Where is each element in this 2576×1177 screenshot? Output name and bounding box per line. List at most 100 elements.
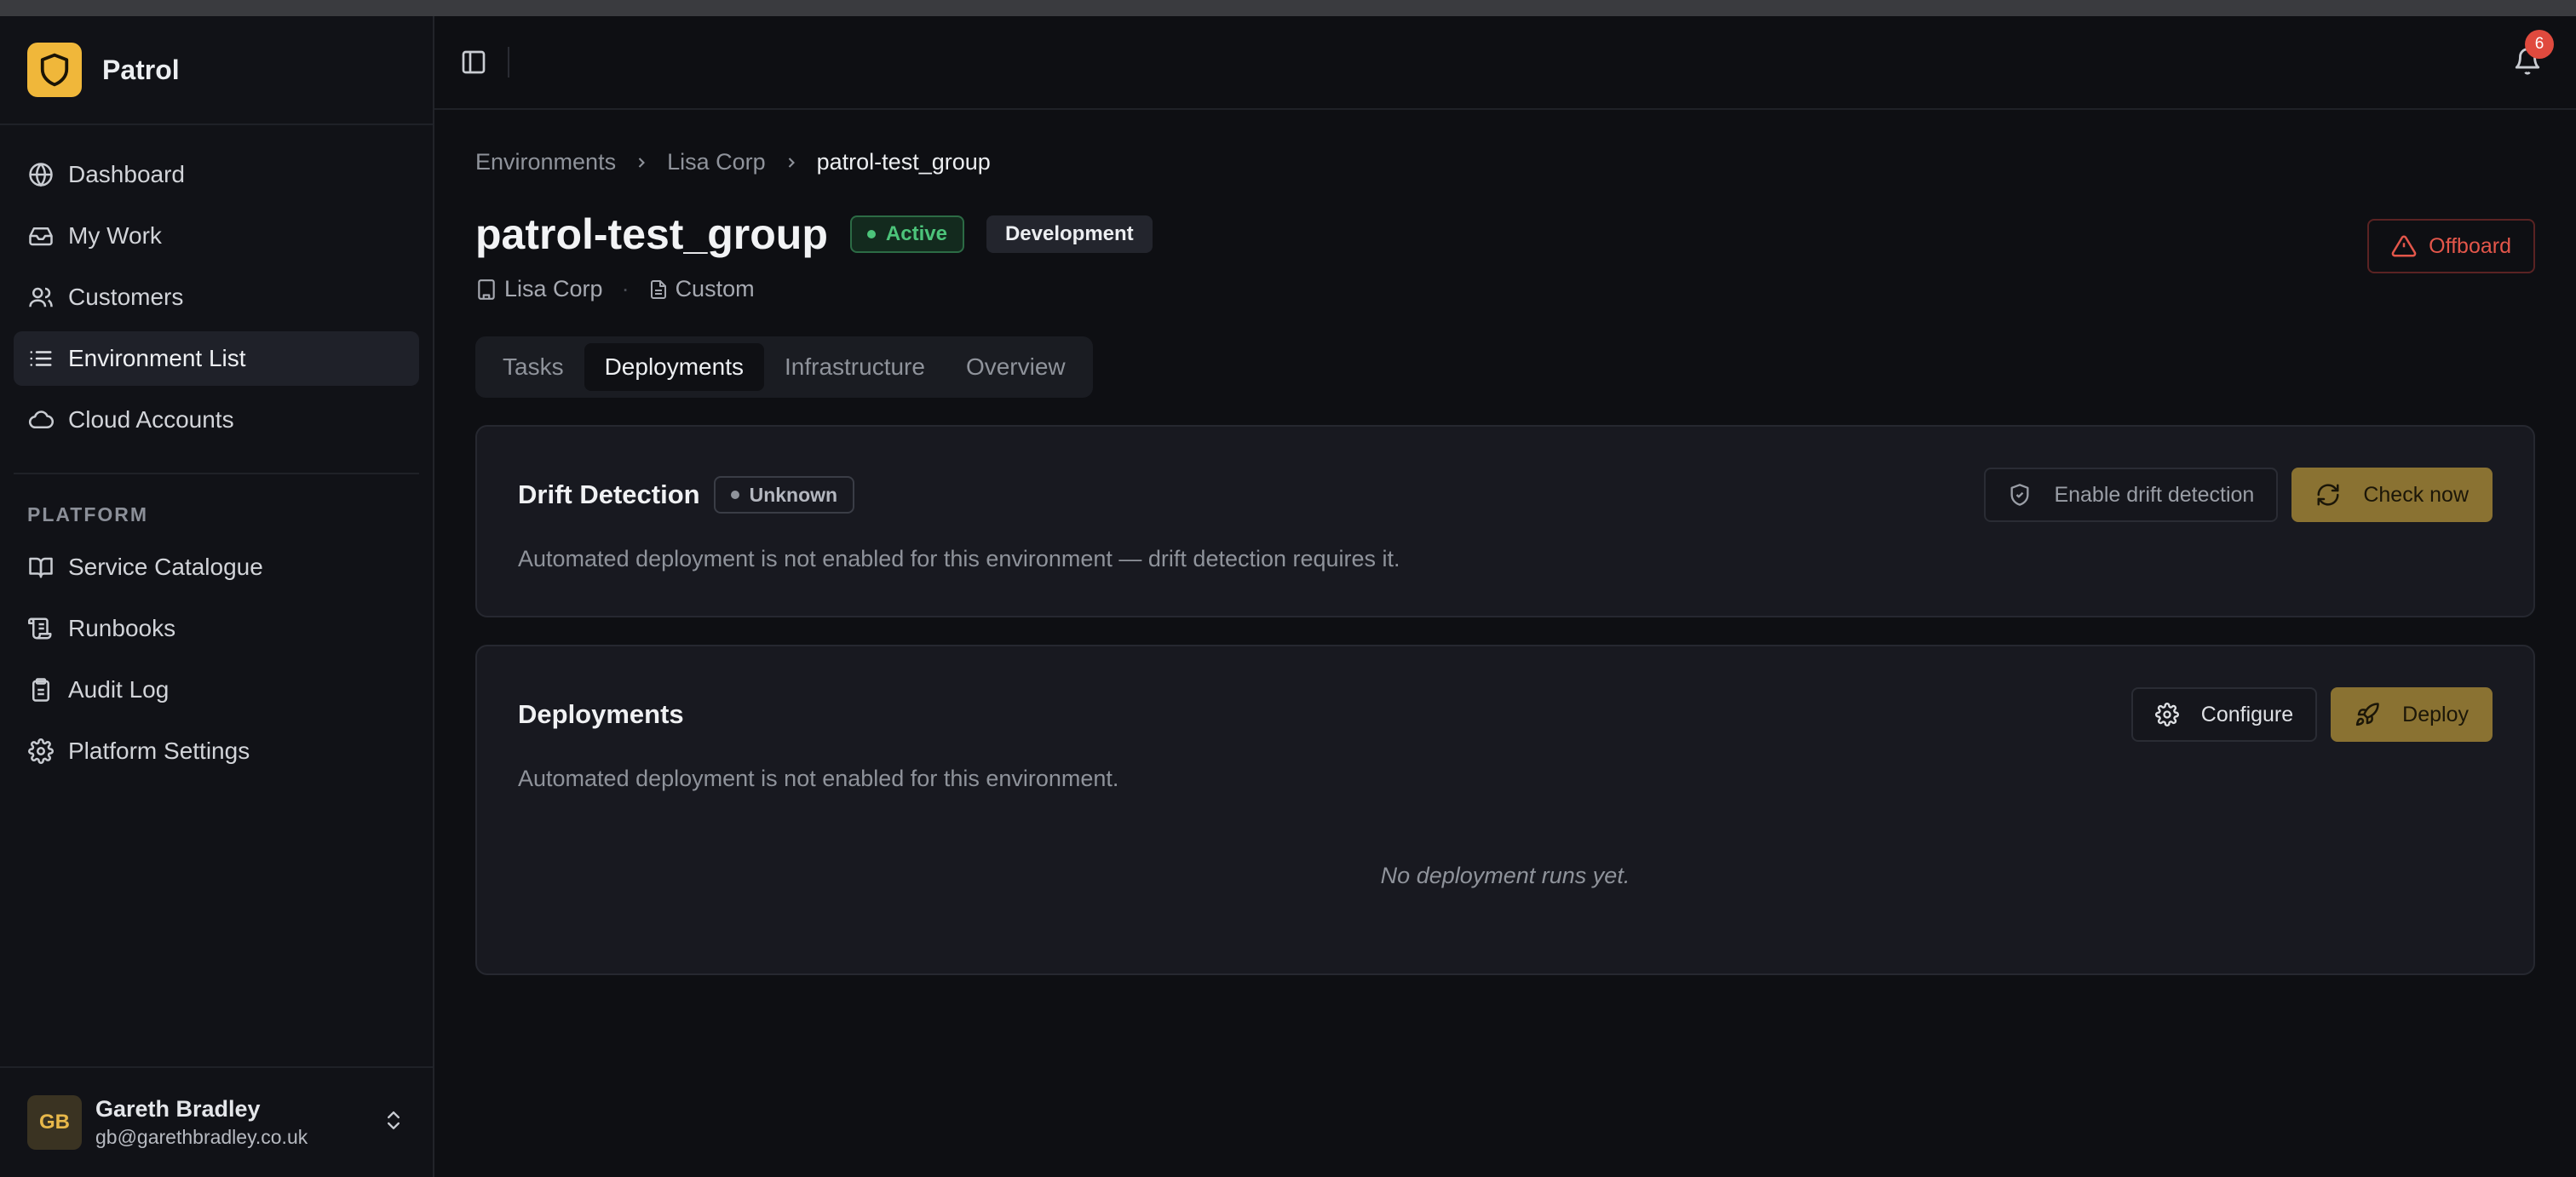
page-content: Environments Lisa Corp patrol-test_group…: [434, 149, 2576, 975]
breadcrumb: Environments Lisa Corp patrol-test_group: [475, 149, 2535, 175]
window-top-strip: [0, 0, 2576, 16]
sidebar-toggle-icon[interactable]: [460, 49, 487, 76]
sidebar: Patrol Dashboard My Work Customers Envir…: [0, 16, 434, 1177]
app-shell: Patrol Dashboard My Work Customers Envir…: [0, 16, 2576, 1177]
drift-title: Drift Detection: [518, 479, 700, 509]
refresh-icon: [2315, 482, 2341, 508]
sidebar-item-label: Environment List: [68, 345, 246, 371]
tab-tasks[interactable]: Tasks: [482, 343, 584, 391]
user-email: gb@garethbradley.co.uk: [95, 1126, 308, 1148]
drift-status-dot: [730, 491, 739, 499]
sidebar-item-customers[interactable]: Customers: [14, 270, 419, 324]
nav-divider: [14, 473, 419, 474]
notifications-button[interactable]: 6: [2513, 30, 2554, 80]
sidebar-item-platform-settings[interactable]: Platform Settings: [14, 724, 419, 778]
chevrons-up-down-icon[interactable]: [382, 1109, 405, 1137]
sidebar-item-my-work[interactable]: My Work: [14, 209, 419, 263]
platform-nav: Service Catalogue Runbooks Audit Log Pla…: [0, 540, 433, 778]
warning-icon: [2391, 233, 2417, 259]
meta-row: Lisa Corp · Custom: [475, 276, 2535, 302]
tab-bar: Tasks Deployments Infrastructure Overvie…: [475, 336, 1093, 398]
rocket-icon: [2355, 702, 2380, 727]
enable-drift-detection-label: Enable drift detection: [2054, 482, 2255, 507]
globe-icon: [27, 161, 55, 188]
enable-drift-detection-button[interactable]: Enable drift detection: [1984, 468, 2279, 522]
offboard-button[interactable]: Offboard: [2367, 219, 2535, 273]
deployments-title: Deployments: [518, 699, 684, 729]
sidebar-item-service-catalogue[interactable]: Service Catalogue: [14, 540, 419, 594]
deployments-title-row: Deployments: [518, 646, 684, 783]
deployments-card: Deployments Automated deployment is not …: [475, 645, 2535, 975]
shield-check-icon: [2008, 483, 2032, 507]
offboard-label: Offboard: [2429, 233, 2511, 258]
user-name: Gareth Bradley: [95, 1096, 261, 1122]
tab-overview[interactable]: Overview: [946, 343, 1086, 391]
configure-button[interactable]: Configure: [2130, 687, 2318, 742]
sidebar-item-environment-list[interactable]: Environment List: [14, 331, 419, 386]
gear-icon: [27, 738, 55, 765]
drift-status-label: Unknown: [749, 483, 838, 506]
inbox-icon: [27, 222, 55, 250]
drift-actions: Enable drift detection Check now: [1984, 468, 2493, 522]
drift-detection-card: Drift Detection Unknown Automated deploy…: [475, 425, 2535, 617]
empty-state: No deployment runs yet.: [1380, 863, 1630, 888]
environment-badge: Development: [986, 215, 1153, 253]
users-icon: [27, 284, 55, 311]
main-content: 6 Environments Lisa Corp patrol-test_gro…: [434, 16, 2576, 1177]
check-now-label: Check now: [2363, 482, 2469, 507]
building-icon: [475, 278, 497, 301]
clipboard-icon: [27, 676, 55, 703]
user-menu[interactable]: GB Gareth Bradley gb@garethbradley.co.uk: [0, 1066, 433, 1177]
status-badge: Active: [849, 215, 964, 253]
sidebar-item-label: Runbooks: [68, 615, 176, 641]
user-info: Gareth Bradley gb@garethbradley.co.uk: [95, 1096, 308, 1149]
template-label: Custom: [675, 276, 755, 301]
sidebar-item-cloud-accounts[interactable]: Cloud Accounts: [14, 393, 419, 447]
sidebar-item-label: Platform Settings: [68, 738, 250, 764]
configure-label: Configure: [2200, 702, 2294, 726]
check-now-button[interactable]: Check now: [2291, 468, 2493, 522]
breadcrumb-environments[interactable]: Environments: [475, 149, 616, 175]
sidebar-item-label: Customers: [68, 284, 184, 310]
meta-separator: ·: [621, 276, 630, 301]
sidebar-item-label: Service Catalogue: [68, 554, 263, 580]
notification-count-badge: 6: [2525, 30, 2554, 59]
page-title: patrol-test_group: [475, 210, 828, 258]
drift-title-row: Drift Detection Unknown: [518, 427, 855, 563]
title-row: patrol-test_group Active Development: [475, 210, 2535, 259]
shield-logo-icon: [27, 43, 82, 97]
scroll-icon: [27, 615, 55, 642]
sidebar-item-audit-log[interactable]: Audit Log: [14, 663, 419, 717]
chevron-right-icon: [783, 154, 800, 171]
sidebar-item-label: My Work: [68, 222, 162, 249]
deploy-label: Deploy: [2402, 702, 2469, 726]
sidebar-item-label: Cloud Accounts: [68, 406, 234, 433]
book-icon: [27, 554, 55, 581]
main-nav: Dashboard My Work Customers Environment …: [0, 125, 433, 447]
tab-infrastructure[interactable]: Infrastructure: [764, 343, 946, 391]
sidebar-item-runbooks[interactable]: Runbooks: [14, 601, 419, 656]
drift-description: Automated deployment is not enabled for …: [518, 546, 1400, 571]
sidebar-item-dashboard[interactable]: Dashboard: [14, 147, 419, 202]
avatar: GB: [27, 1095, 82, 1150]
header-divider: [508, 47, 509, 78]
brand[interactable]: Patrol: [0, 16, 433, 125]
section-label-platform: PLATFORM: [27, 503, 149, 525]
deployments-description: Automated deployment is not enabled for …: [518, 766, 1119, 791]
breadcrumb-current: patrol-test_group: [816, 149, 991, 175]
list-icon: [27, 345, 55, 372]
status-dot: [866, 230, 876, 238]
deployments-actions: Configure Deploy: [2130, 687, 2493, 742]
app-name: Patrol: [102, 54, 180, 85]
breadcrumb-customer[interactable]: Lisa Corp: [667, 149, 766, 175]
sidebar-item-label: Audit Log: [68, 676, 170, 703]
sidebar-item-label: Dashboard: [68, 161, 185, 187]
chevron-right-icon: [633, 154, 650, 171]
deploy-button[interactable]: Deploy: [2331, 687, 2493, 742]
top-header: 6: [434, 16, 2576, 110]
status-label: Active: [885, 222, 947, 245]
customer-link[interactable]: Lisa Corp: [504, 276, 603, 302]
tab-deployments[interactable]: Deployments: [584, 343, 764, 391]
file-icon: [648, 279, 669, 300]
gear-icon: [2154, 703, 2179, 726]
